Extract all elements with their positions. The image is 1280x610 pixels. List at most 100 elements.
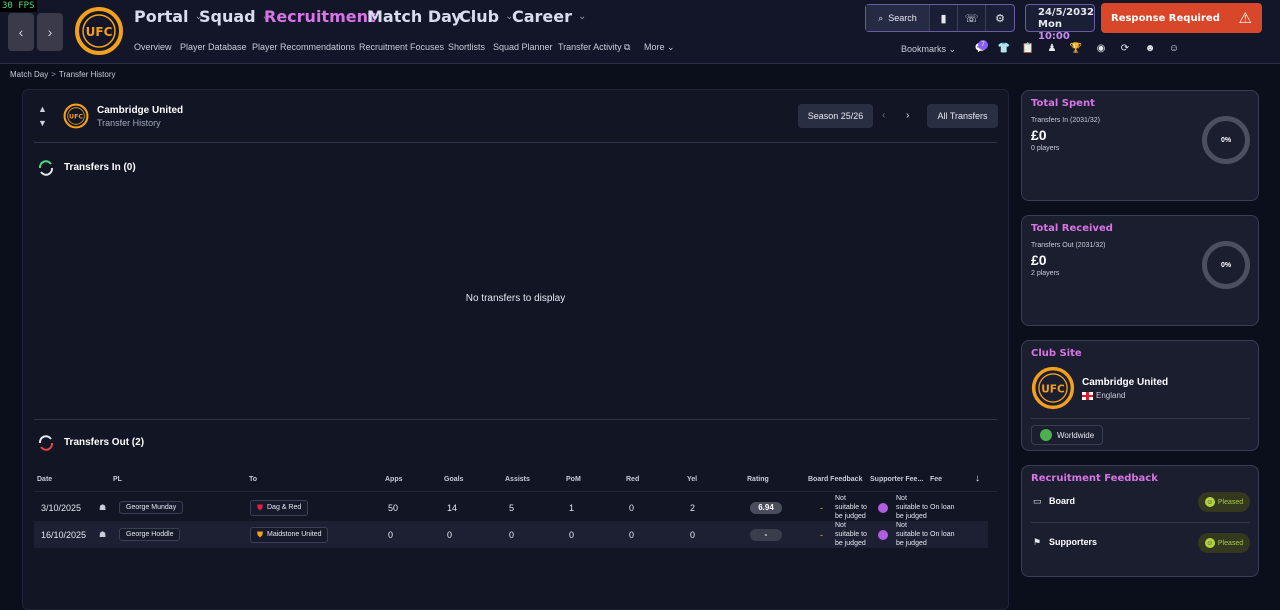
- column-header-assists[interactable]: Assists: [505, 476, 530, 483]
- players-count: 2 players: [1031, 270, 1060, 277]
- card-title: Total Received: [1031, 223, 1113, 234]
- column-header-pom[interactable]: PoM: [566, 476, 581, 483]
- clipboard-icon[interactable]: 📋: [1021, 42, 1035, 56]
- subnav-more[interactable]: More ⌄: [644, 42, 675, 53]
- column-header-to[interactable]: To: [249, 476, 257, 483]
- breadcrumb: Match Day > Transfer History: [10, 70, 116, 79]
- total-spent-card: Total Spent Transfers In (2031/32) £0 0 …: [1021, 90, 1259, 201]
- chevron-right-icon[interactable]: ›: [906, 110, 909, 121]
- divider: [34, 419, 997, 420]
- recruitment-feedback-card: Recruitment Feedback ▭ Board ☺ Pleased ⚑ …: [1021, 465, 1259, 577]
- season-selector[interactable]: Season 25/26: [798, 104, 873, 128]
- date-continue-button[interactable]: 24/5/2032 Mon 10:00: [1025, 4, 1095, 42]
- nav-career[interactable]: Career ⌄: [512, 7, 586, 26]
- card-title: Club Site: [1031, 348, 1082, 359]
- cell-yel: 2: [690, 502, 696, 513]
- inbox-icon[interactable]: ☏: [958, 5, 986, 31]
- transfers-in-title: Transfers In (0): [64, 162, 136, 173]
- scout-icon[interactable]: ◉: [1094, 42, 1108, 56]
- worldwide-tag[interactable]: Worldwide: [1031, 425, 1104, 445]
- toolbar-group: ⌕ Search ▮ ☏ ⚙: [865, 4, 1015, 32]
- nav-squad[interactable]: Squad ⌄: [199, 7, 270, 26]
- table-row[interactable]: 3/10/2025 ☗ George Munday ⛊ Dag & Red 50 …: [34, 494, 988, 521]
- bookmarks-dropdown[interactable]: Bookmarks ⌄: [901, 44, 956, 55]
- subnav-squad-planner[interactable]: Squad Planner: [493, 42, 553, 52]
- smile-icon: ☺: [1204, 538, 1215, 548]
- column-header-apps[interactable]: Apps: [385, 476, 403, 483]
- notification-badge: 7: [978, 40, 988, 50]
- top-bar: 30 FPS ‹ › UFC Portal ⌄ Squad ⌄ Recruitmen…: [0, 0, 1280, 64]
- column-header-supporter-feedback[interactable]: Supporter Fee...: [870, 476, 923, 483]
- column-header-fee[interactable]: Fee: [930, 476, 942, 483]
- board-label: Board: [1049, 496, 1076, 506]
- percent-ring: 0%: [1202, 241, 1250, 289]
- subnav-player-recommendations[interactable]: Player Recommendations: [252, 42, 355, 52]
- people-icon[interactable]: ☺: [1167, 42, 1181, 56]
- table-row[interactable]: 16/10/2025 ☗ George Hoddle ⛊ Maidstone Un…: [34, 521, 988, 548]
- club-name: Cambridge United: [97, 105, 184, 116]
- breadcrumb-transfer-history: Transfer History: [58, 70, 116, 79]
- nav-club[interactable]: Club ⌄: [459, 7, 513, 26]
- player-name[interactable]: George Hoddle: [119, 528, 181, 541]
- column-header-yel[interactable]: Yel: [687, 476, 697, 483]
- subnav-shortlists[interactable]: Shortlists: [448, 42, 485, 52]
- player-name[interactable]: George Munday: [119, 501, 184, 514]
- gear-icon[interactable]: ⚙: [986, 5, 1014, 31]
- club-site-name[interactable]: Cambridge United: [1082, 377, 1168, 388]
- bookmark-icon[interactable]: ▮: [930, 5, 958, 31]
- club-badge[interactable]: ⛊ Maidstone United: [250, 521, 329, 548]
- subnav-player-database[interactable]: Player Database: [180, 42, 247, 52]
- chevron-down-icon[interactable]: ▼: [38, 118, 47, 128]
- column-header-pl[interactable]: PL: [113, 476, 122, 483]
- chevron-up-icon[interactable]: ▲: [38, 104, 47, 114]
- tactics-icon[interactable]: ♟: [1045, 42, 1059, 56]
- shirt-icon[interactable]: 👕: [997, 42, 1011, 56]
- column-header-board-feedback[interactable]: Board Feedback: [808, 476, 862, 483]
- column-header-red[interactable]: Red: [626, 476, 639, 483]
- page-subtitle: Transfer History: [97, 118, 161, 128]
- cell-assists: 5: [509, 502, 515, 513]
- rating-badge: 6.94: [750, 501, 782, 514]
- supporters-label: Supporters: [1049, 537, 1098, 547]
- club-crest-icon[interactable]: UFC: [1031, 366, 1075, 410]
- card-title: Total Spent: [1031, 98, 1095, 109]
- club-badge[interactable]: ⛊ Dag & Red: [250, 494, 309, 521]
- cell-red: 0: [629, 529, 635, 540]
- all-transfers-button[interactable]: All Transfers: [927, 104, 998, 128]
- rating-badge: -: [750, 528, 782, 541]
- divider: [34, 142, 997, 143]
- search-button[interactable]: ⌕ Search: [866, 5, 930, 31]
- column-header-goals[interactable]: Goals: [444, 476, 463, 483]
- divider: [1031, 418, 1250, 419]
- fps-counter: 30 FPS: [0, 0, 37, 12]
- column-header-rating[interactable]: Rating: [747, 476, 769, 483]
- sort-arrow-icon[interactable]: ↓: [975, 473, 980, 484]
- club-crest-icon[interactable]: UFC: [74, 6, 124, 56]
- supporter-feedback-note: Not suitable to be judged: [896, 495, 928, 520]
- response-required-button[interactable]: Response Required ⚠: [1101, 3, 1262, 33]
- supporter-feedback-icon: [878, 502, 888, 513]
- trophy-icon[interactable]: 🏆: [1069, 42, 1083, 56]
- forward-button[interactable]: ›: [37, 13, 63, 51]
- column-header-date[interactable]: Date: [37, 476, 52, 483]
- chevron-left-icon[interactable]: ‹: [882, 110, 885, 121]
- subnav-recruitment-focuses[interactable]: Recruitment Focuses: [359, 42, 444, 52]
- player-silhouette-icon: ☗: [99, 503, 107, 512]
- chevron-down-icon: ⌄: [948, 44, 957, 54]
- card-subtitle: Transfers In (2031/32): [1031, 117, 1100, 124]
- board-status-badge[interactable]: ☺ Pleased: [1198, 492, 1250, 512]
- transfers-icon[interactable]: ⟳: [1118, 42, 1132, 56]
- supporters-status-badge[interactable]: ☺ Pleased: [1198, 533, 1250, 553]
- subnav-overview[interactable]: Overview: [134, 42, 172, 52]
- back-button[interactable]: ‹: [8, 13, 34, 51]
- breadcrumb-match-day[interactable]: Match Day: [10, 70, 48, 79]
- staff-icon[interactable]: ☻: [1143, 42, 1157, 56]
- subnav-transfer-activity[interactable]: Transfer Activity: [558, 42, 622, 52]
- current-day: Mon: [1038, 19, 1062, 30]
- chevron-right-icon: >: [51, 70, 56, 79]
- cell-apps: 50: [388, 502, 399, 513]
- cell-red: 0: [629, 502, 635, 513]
- club-crest-icon: UFC: [63, 103, 89, 129]
- board-feedback-value: -: [820, 502, 823, 513]
- nav-portal[interactable]: Portal ⌄: [134, 7, 203, 26]
